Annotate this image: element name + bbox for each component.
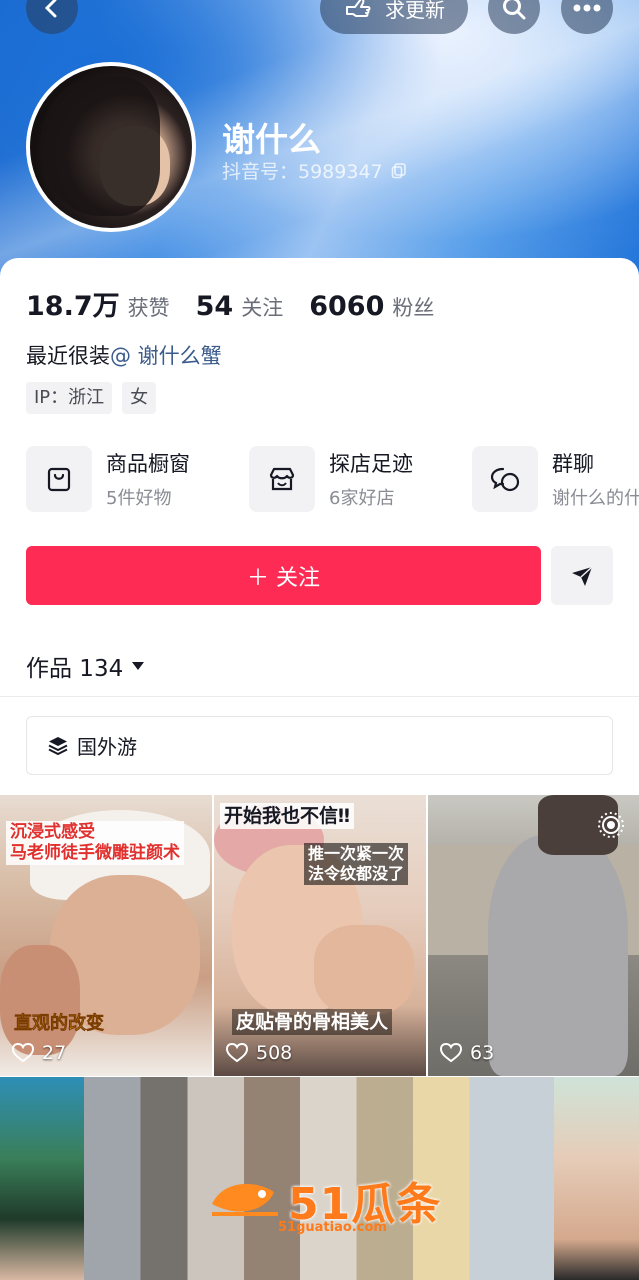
- douyin-id-text: 抖音号：5989347: [222, 161, 383, 183]
- store-visits-entry[interactable]: 探店足迹 6家好店: [249, 446, 413, 512]
- search-icon: [503, 0, 526, 20]
- video-caption-top: 沉浸式感受 马老师徒手微雕驻颜术: [6, 821, 184, 865]
- video-likes-count: 63: [470, 1042, 495, 1064]
- store-icon-box: [249, 446, 315, 512]
- layers-icon: [48, 736, 68, 755]
- group-chat-subtitle: 谢什么的什: [552, 488, 639, 509]
- hand-shape: [314, 925, 414, 1015]
- chat-icon-box: [472, 446, 538, 512]
- video-likes: 508: [226, 1042, 292, 1064]
- video-thumbnail[interactable]: [0, 1077, 84, 1280]
- video-thumbnail[interactable]: 开始我也不信‼ 推一次紧一次 法令纹都没了 皮贴骨的骨相美人 508: [214, 795, 426, 1076]
- video-caption-bottom: 直观的改变: [14, 1013, 105, 1035]
- store-icon: [269, 467, 295, 491]
- store-visits-title: 探店足迹: [329, 452, 413, 476]
- copy-icon: [391, 162, 406, 178]
- bio-mention-link[interactable]: @ 谢什么蟹: [110, 344, 222, 368]
- share-button[interactable]: [551, 546, 613, 605]
- profile-tags: IP：浙江 女: [26, 382, 157, 414]
- watermark-logo: 51瓜条 51guatiao.com: [208, 1168, 441, 1235]
- ip-location-tag: IP：浙江: [26, 382, 113, 414]
- shop-window-entry[interactable]: 商品橱窗 5件好物: [26, 446, 190, 512]
- live-photo-icon: [598, 812, 624, 838]
- heart-icon: [12, 1043, 34, 1063]
- shopping-bag-icon-box: [26, 446, 92, 512]
- stats-row: 18.7万 获赞 54 关注 6060 粉丝: [26, 284, 460, 323]
- likes-count[interactable]: 18.7万: [26, 284, 120, 323]
- works-tab-label: 作品 134: [26, 656, 124, 682]
- group-chat-title: 群聊: [552, 452, 594, 476]
- avatar[interactable]: [26, 62, 196, 232]
- follow-label: ＋ 关注: [247, 565, 320, 591]
- hand-shape: [0, 945, 80, 1055]
- video-thumbnail[interactable]: [554, 1077, 639, 1280]
- gender-tag: 女: [122, 382, 157, 414]
- video-thumbnail[interactable]: 沉浸式感受 马老师徒手微雕驻颜术 直观的改变 27: [0, 795, 212, 1076]
- section-divider: [0, 696, 639, 697]
- watermark-url: 51guatiao.com: [278, 1220, 387, 1235]
- send-arrow-icon: [572, 565, 593, 586]
- dropdown-triangle-icon: [132, 662, 145, 670]
- store-visits-subtitle: 6家好店: [329, 488, 395, 509]
- followers-count[interactable]: 6060: [309, 291, 384, 322]
- shop-window-subtitle: 5件好物: [106, 488, 172, 509]
- following-count[interactable]: 54: [196, 291, 234, 322]
- profile-name: 谢什么: [222, 120, 321, 159]
- bio-text: 最近很装: [26, 344, 110, 368]
- followers-label: 粉丝: [392, 296, 435, 320]
- heart-icon: [226, 1043, 248, 1063]
- video-caption-mid: 推一次紧一次 法令纹都没了: [304, 843, 409, 885]
- douyin-id[interactable]: 抖音号：5989347: [222, 157, 407, 184]
- fish-logo-icon: [212, 1183, 278, 1216]
- video-likes: 27: [12, 1042, 66, 1064]
- collection-chip[interactable]: 国外游: [26, 716, 613, 775]
- heart-icon: [440, 1043, 462, 1063]
- works-tab[interactable]: 作品 134: [26, 649, 145, 683]
- shop-window-title: 商品橱窗: [106, 452, 190, 476]
- group-chat-entry[interactable]: 群聊 谢什么的什: [472, 446, 639, 512]
- request-update-label: 求更新: [385, 0, 445, 22]
- video-likes-count: 508: [256, 1042, 293, 1064]
- hand-point-icon: [346, 0, 371, 17]
- chat-bubbles-icon: [490, 467, 520, 492]
- more-icon: [573, 4, 601, 12]
- video-caption-top: 开始我也不信‼: [220, 803, 354, 829]
- back-arrow-icon: [44, 0, 57, 18]
- likes-label: 获赞: [127, 296, 170, 320]
- video-thumbnail[interactable]: 63: [428, 795, 639, 1076]
- video-likes-count: 27: [42, 1042, 67, 1064]
- following-label: 关注: [241, 296, 284, 320]
- follow-button[interactable]: ＋ 关注: [26, 546, 541, 605]
- request-update-button[interactable]: 求更新: [320, 0, 468, 34]
- bio: 最近很装@ 谢什么蟹: [26, 340, 222, 370]
- collection-label: 国外游: [77, 735, 137, 759]
- video-caption-bottom: 皮贴骨的骨相美人: [232, 1009, 393, 1035]
- video-likes: 63: [440, 1042, 494, 1064]
- avatar-hair: [40, 76, 160, 216]
- pants-shape: [488, 835, 628, 1076]
- shopping-bag-icon: [47, 467, 71, 492]
